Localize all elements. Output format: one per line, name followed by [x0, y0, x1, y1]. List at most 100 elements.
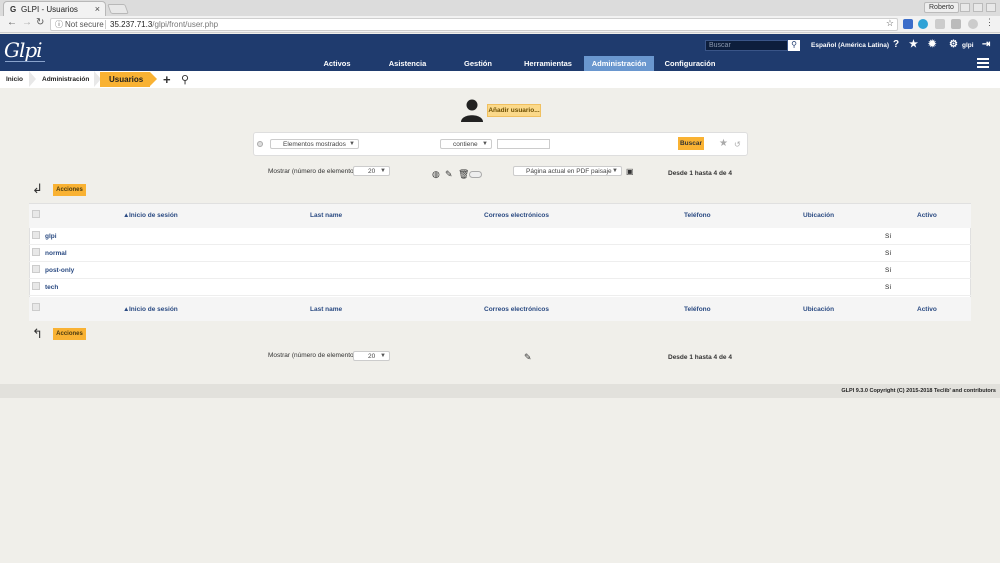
glpi-logo[interactable]: Glpi: [4, 38, 43, 62]
row-checkbox[interactable]: [32, 231, 40, 239]
column-header-active[interactable]: Activo: [917, 212, 937, 219]
user-login-link[interactable]: post-only: [45, 267, 74, 274]
toggle-switch[interactable]: [469, 171, 482, 178]
select-all-checkbox[interactable]: [32, 210, 40, 218]
new-tab-button[interactable]: [107, 4, 129, 14]
user-login-link[interactable]: normal: [45, 250, 67, 257]
gear-icon[interactable]: ⚙: [949, 39, 958, 50]
actions-button-bottom[interactable]: Acciones: [53, 328, 86, 340]
column-header-location[interactable]: Ubicación: [803, 212, 834, 219]
select-all-checkbox[interactable]: [32, 303, 40, 311]
chevron-down-icon: ▼: [482, 141, 488, 147]
minimize-icon[interactable]: [960, 3, 970, 12]
bookmark-star-icon[interactable]: ☆: [886, 18, 894, 29]
globe-icon[interactable]: ◍: [432, 169, 440, 180]
column-header-email[interactable]: Correos electrónicos: [484, 212, 549, 219]
search-icon[interactable]: ⚲: [181, 73, 189, 86]
table-row: [29, 262, 971, 279]
address-bar[interactable]: ⓘ Not secure 35.237.71.3/glpi/front/user…: [50, 18, 898, 31]
help-icon[interactable]: ?: [893, 39, 899, 50]
breadcrumb-home[interactable]: Inicio: [6, 71, 23, 88]
pagination-range: Desde 1 hasta 4 de 4: [668, 170, 732, 177]
glpi-favicon-icon: G: [10, 5, 17, 14]
language-selector[interactable]: Español (América Latina): [811, 42, 889, 49]
forward-icon[interactable]: →: [22, 17, 32, 28]
menu-configuracion[interactable]: Configuración: [659, 56, 721, 71]
row-checkbox[interactable]: [32, 265, 40, 273]
save-search-star-icon[interactable]: ★: [719, 138, 728, 149]
search-button[interactable]: Buscar: [678, 137, 704, 150]
column-header-phone[interactable]: Teléfono: [684, 212, 711, 219]
add-icon[interactable]: +: [163, 72, 171, 87]
security-label: Not secure: [65, 20, 104, 29]
user-login-link[interactable]: tech: [45, 284, 58, 291]
favorites-star-icon[interactable]: ★: [909, 39, 918, 50]
hamburger-menu-icon[interactable]: [977, 58, 989, 69]
row-checkbox[interactable]: [32, 282, 40, 290]
user-name[interactable]: glpi: [962, 42, 974, 49]
show-count-label: Mostrar (número de elementos): [268, 352, 360, 359]
column-header-location[interactable]: Ubicación: [803, 306, 834, 313]
active-value: Sí: [885, 284, 892, 291]
column-header-login[interactable]: Inicio de sesión: [129, 306, 178, 313]
window-close-icon[interactable]: [986, 3, 996, 12]
browser-menu-icon[interactable]: ⋮: [985, 17, 994, 28]
save-export-icon[interactable]: ▣: [626, 167, 634, 176]
add-user-button[interactable]: Añadir usuario...: [487, 104, 541, 117]
breadcrumb-administracion[interactable]: Administración: [42, 71, 89, 88]
footer-copyright[interactable]: GLPI 9.3.0 Copyright (C) 2015-2018 Tecli…: [841, 388, 996, 394]
extension-icon[interactable]: [903, 19, 913, 29]
column-header-last-name[interactable]: Last name: [310, 306, 342, 313]
menu-asistencia[interactable]: Asistencia: [383, 56, 432, 71]
extension-icon[interactable]: [935, 19, 945, 29]
criteria-radio[interactable]: [257, 141, 263, 147]
field-select[interactable]: Elementos mostrados ▼: [270, 139, 359, 149]
menu-herramientas[interactable]: Herramientas: [518, 56, 578, 71]
arrow-down-icon: ↲: [32, 181, 43, 196]
page-size-select[interactable]: 20 ▼: [353, 166, 390, 176]
active-value: Sí: [885, 233, 892, 240]
logout-icon[interactable]: ⇥: [982, 39, 990, 50]
search-icon[interactable]: ⚲: [788, 40, 800, 51]
extension-icon[interactable]: [918, 19, 928, 29]
wrench-icon[interactable]: ✎: [524, 352, 532, 363]
column-header-email[interactable]: Correos electrónicos: [484, 306, 549, 313]
search-value-input[interactable]: [497, 139, 550, 149]
url-host: 35.237.71.3: [110, 20, 153, 29]
extension-icon[interactable]: [968, 19, 978, 29]
reload-icon[interactable]: ↻: [36, 17, 44, 28]
user-login-link[interactable]: glpi: [45, 233, 57, 240]
export-select[interactable]: Página actual en PDF paisaje ▼: [513, 166, 622, 176]
column-header-login[interactable]: Inicio de sesión: [129, 212, 178, 219]
export-select-value: Página actual en PDF paisaje: [526, 168, 612, 175]
menu-gestion[interactable]: Gestión: [458, 56, 498, 71]
chevron-down-icon: ▼: [380, 353, 386, 359]
url-text: 35.237.71.3/glpi/front/user.php: [110, 19, 218, 30]
column-header-active[interactable]: Activo: [917, 306, 937, 313]
operator-select[interactable]: contiene ▼: [440, 139, 492, 149]
page-size-value: 20: [368, 168, 376, 175]
column-header-last-name[interactable]: Last name: [310, 212, 342, 219]
trash-icon[interactable]: 🗑: [458, 169, 469, 180]
url-path: /glpi/front/user.php: [152, 20, 219, 29]
page-size-select[interactable]: 20 ▼: [353, 351, 390, 361]
row-checkbox[interactable]: [32, 248, 40, 256]
user-icon: [461, 99, 483, 122]
global-search-input[interactable]: Buscar: [705, 40, 788, 51]
wrench-icon[interactable]: ✎: [445, 169, 453, 180]
back-icon[interactable]: ←: [7, 17, 17, 28]
reset-icon[interactable]: ↺: [734, 140, 741, 149]
mail-icon[interactable]: [951, 19, 961, 29]
maximize-icon[interactable]: [973, 3, 983, 12]
actions-button-top[interactable]: Acciones: [53, 184, 86, 196]
column-header-phone[interactable]: Teléfono: [684, 306, 711, 313]
close-tab-icon[interactable]: ×: [95, 4, 100, 14]
breadcrumb-current[interactable]: Usuarios: [100, 72, 157, 87]
chevron-down-icon: ▼: [380, 168, 386, 174]
main-menu-bar: [0, 56, 1000, 71]
bug-icon[interactable]: ✹: [928, 39, 936, 50]
menu-activos[interactable]: Activos: [318, 56, 356, 71]
menu-administracion[interactable]: Administración: [584, 56, 654, 71]
profile-button[interactable]: Roberto: [924, 2, 959, 13]
browser-tab[interactable]: G GLPI - Usuarios ×: [3, 1, 106, 16]
